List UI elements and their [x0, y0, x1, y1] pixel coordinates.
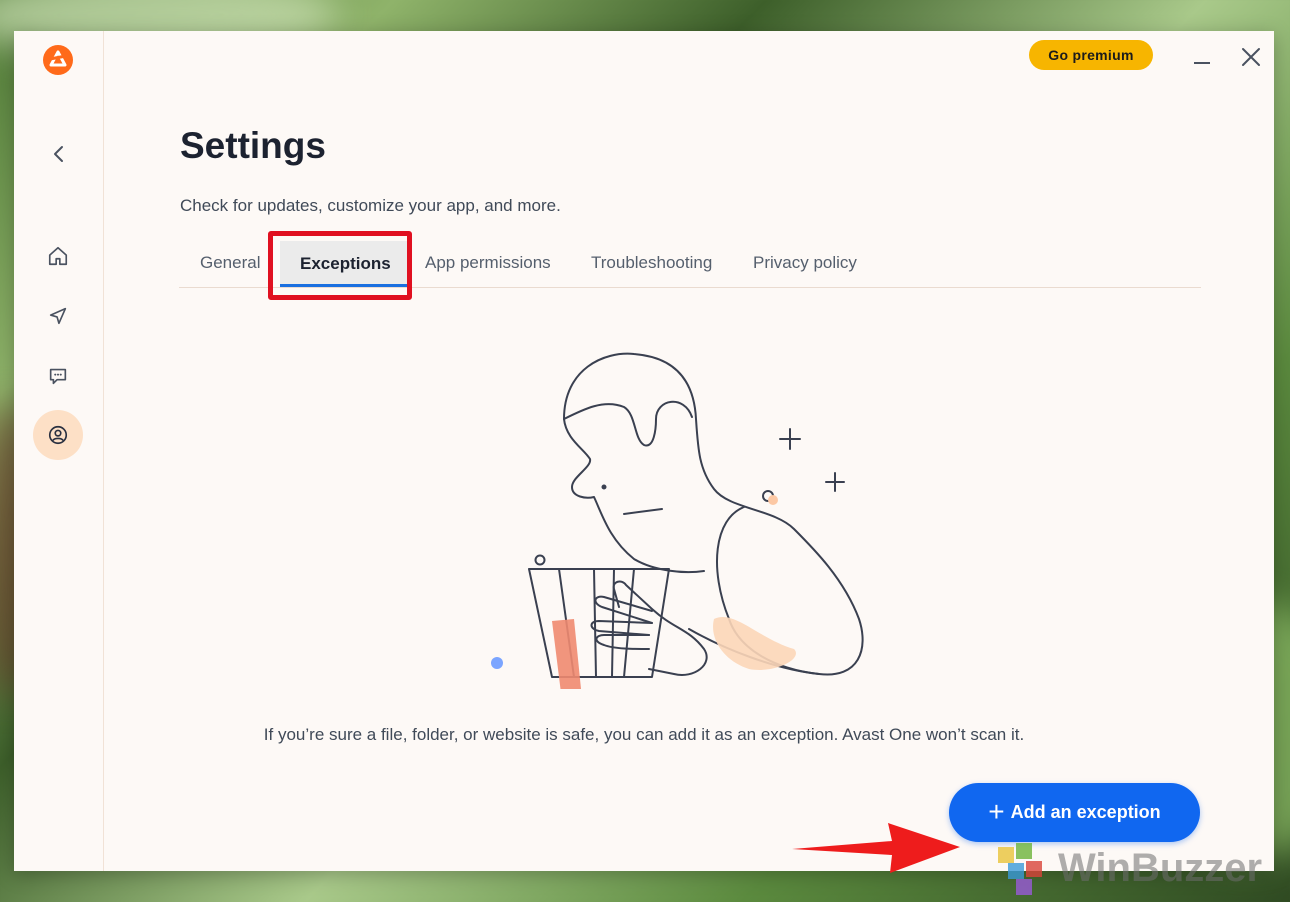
page-subtitle: Check for updates, customize your app, a… — [180, 196, 561, 215]
page-title: Settings — [180, 125, 326, 166]
tab-exceptions[interactable]: Exceptions — [280, 241, 411, 287]
go-premium-button[interactable]: Go premium — [1029, 40, 1153, 70]
tab-general[interactable]: General — [200, 241, 260, 287]
sidebar-item-home[interactable] — [33, 231, 83, 281]
back-arrow-icon[interactable] — [47, 142, 71, 166]
tab-app-permissions[interactable]: App permissions — [425, 241, 551, 287]
winbuzzer-watermark: WinBuzzer — [990, 838, 1262, 898]
sidebar-item-account[interactable] — [33, 410, 83, 460]
sidebar-item-chat[interactable] — [33, 351, 83, 401]
watermark-text: WinBuzzer — [1058, 845, 1263, 890]
sidebar — [14, 31, 104, 871]
account-icon — [48, 425, 68, 445]
add-exception-label: Add an exception — [1010, 802, 1161, 822]
chat-bubble-icon — [49, 368, 67, 385]
home-icon — [48, 246, 68, 266]
person-with-tablet-illustration — [491, 352, 864, 689]
red-pointer-arrow-icon — [792, 823, 960, 873]
winbuzzer-logo-icon — [998, 843, 1042, 895]
close-icon[interactable] — [1239, 45, 1263, 69]
exceptions-info-text: If you’re sure a file, folder, or websit… — [263, 725, 1025, 744]
add-exception-button[interactable]: + Add an exception — [949, 783, 1200, 842]
minimize-icon[interactable] — [1190, 45, 1214, 69]
tab-troubleshooting[interactable]: Troubleshooting — [591, 241, 712, 287]
settings-tabs: General Exceptions App permissions Troub… — [179, 241, 1201, 288]
app-window: Go premium Settings Check for updates, c… — [14, 31, 1274, 873]
sidebar-item-explore[interactable] — [33, 291, 83, 341]
navigation-arrow-icon — [49, 307, 67, 325]
tab-privacy-policy[interactable]: Privacy policy — [753, 241, 857, 287]
plus-icon: + — [988, 795, 1005, 827]
avast-logo-icon — [43, 45, 73, 75]
